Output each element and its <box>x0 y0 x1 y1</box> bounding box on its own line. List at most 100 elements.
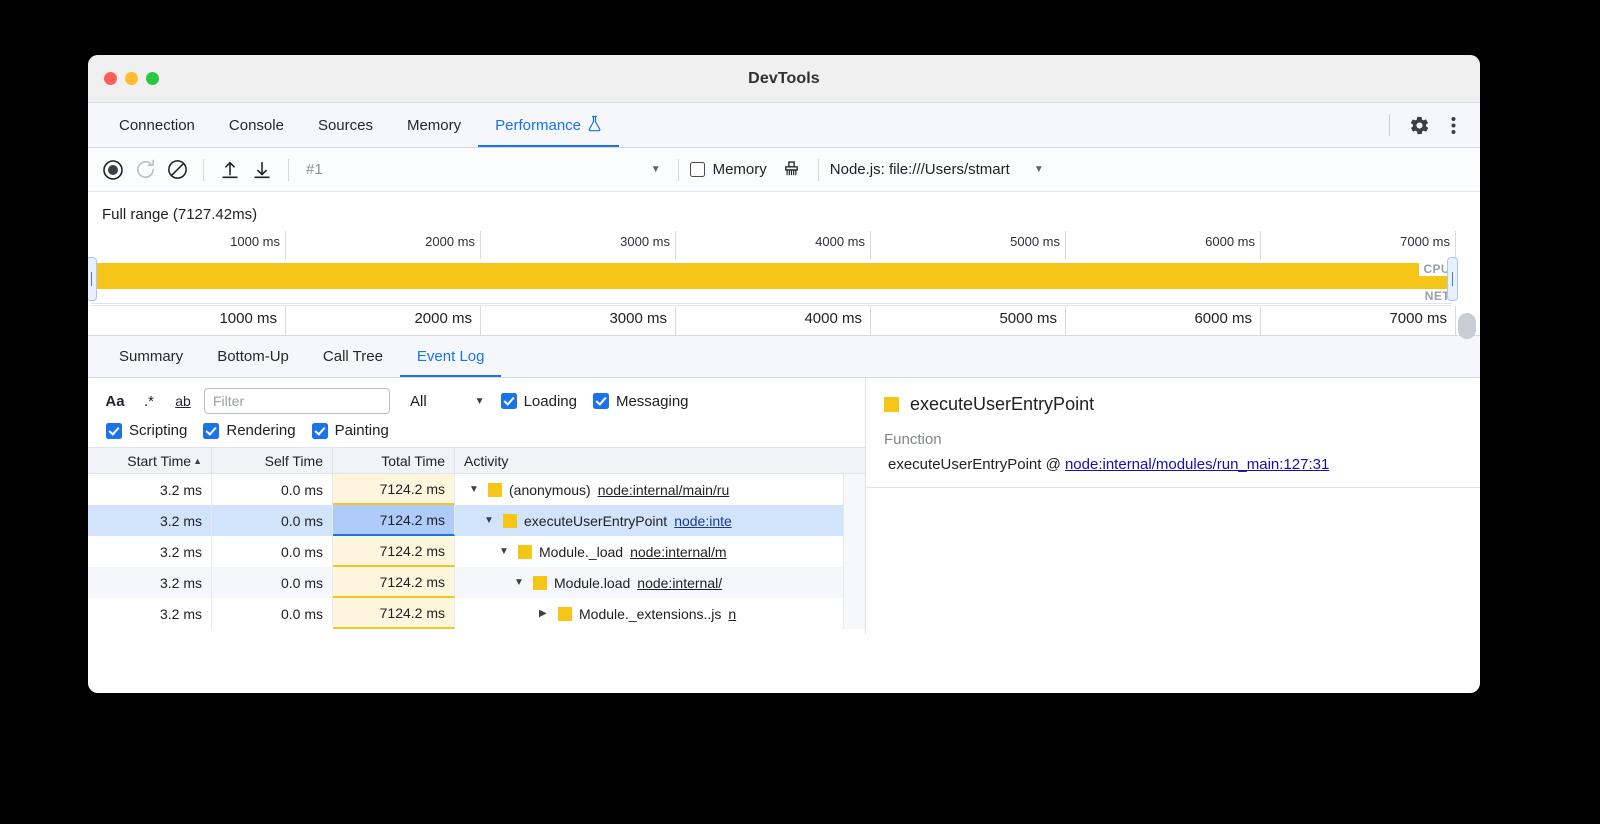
event-log-detail-pane: executeUserEntryPoint Function executeUs… <box>866 378 1480 634</box>
activity-url[interactable]: n <box>728 606 736 622</box>
expand-twisty-icon[interactable]: ▼ <box>469 484 481 495</box>
column-header-total-time[interactable]: Total Time <box>333 448 455 473</box>
filter-input[interactable] <box>204 388 390 414</box>
category-checkbox-loading[interactable]: Loading <box>501 393 577 410</box>
event-log-filter-bar: Aa .* ab All ▼ Loading Messaging <box>88 378 865 447</box>
cell-total-time: 7124.2 ms <box>333 567 455 598</box>
settings-gear-icon[interactable] <box>1404 110 1434 140</box>
category-checkbox-rendering-box[interactable] <box>203 423 219 439</box>
sort-ascending-icon: ▲ <box>193 456 202 466</box>
overview-tick-bottom: 7000 ms <box>1389 310 1447 327</box>
column-header-activity[interactable]: Activity <box>455 448 865 473</box>
reload-and-record-button[interactable] <box>130 155 160 185</box>
tab-memory[interactable]: Memory <box>390 103 478 147</box>
tab-connection[interactable]: Connection <box>102 103 212 147</box>
vertical-scrollbar-track[interactable] <box>843 474 865 629</box>
table-row[interactable]: 3.2 ms 0.0 ms 7124.2 ms ▼ executeUserEnt… <box>88 505 865 536</box>
category-checkbox-loading-box[interactable] <box>501 393 517 409</box>
devtools-window: DevTools Connection Console Sources Memo… <box>88 55 1480 693</box>
category-checkbox-messaging-box[interactable] <box>593 393 609 409</box>
column-header-start-time[interactable]: Start Time ▲ <box>88 448 212 473</box>
target-label: Node.js: file:///Users/stmart <box>830 161 1010 178</box>
cell-self-time: 0.0 ms <box>212 567 333 598</box>
record-button[interactable] <box>98 155 128 185</box>
tab-call-tree[interactable]: Call Tree <box>306 336 400 377</box>
window-controls <box>104 72 159 85</box>
tab-summary-label: Summary <box>119 348 183 365</box>
range-handle-left[interactable] <box>88 257 97 301</box>
cell-total-time: 7124.2 ms <box>333 474 455 505</box>
column-header-self-time[interactable]: Self Time <box>212 448 333 473</box>
timeline-overview[interactable]: 1000 ms 2000 ms 3000 ms 4000 ms 5000 ms … <box>88 231 1480 335</box>
cell-self-time: 0.0 ms <box>212 536 333 567</box>
category-checkbox-loading-label: Loading <box>524 393 577 410</box>
table-row[interactable]: 3.2 ms 0.0 ms 7124.2 ms ▶ Module._extens… <box>88 598 865 629</box>
memory-checkbox-label: Memory <box>713 161 767 178</box>
collapse-twisty-icon[interactable]: ▶ <box>539 608 551 619</box>
column-header-start-time-label: Start Time <box>127 453 191 469</box>
category-checkbox-painting-box[interactable] <box>312 423 328 439</box>
collect-garbage-icon[interactable] <box>777 155 807 185</box>
close-window-button[interactable] <box>104 72 117 85</box>
category-checkbox-scripting-box[interactable] <box>106 423 122 439</box>
duration-select-arrow-icon[interactable]: ▼ <box>475 396 485 407</box>
divider <box>818 159 819 181</box>
cell-start-time: 3.2 ms <box>88 474 212 505</box>
activity-url[interactable]: node:internal/ <box>637 575 722 591</box>
whole-word-icon[interactable]: ab <box>166 388 200 414</box>
title-bar: DevTools <box>88 55 1480 103</box>
tab-performance-label: Performance <box>495 117 581 134</box>
overview-tick-top: 7000 ms <box>1400 234 1450 249</box>
tab-connection-label: Connection <box>119 117 195 134</box>
target-dropdown-arrow-icon[interactable]: ▼ <box>1028 164 1050 175</box>
detail-title-row: executeUserEntryPoint <box>884 394 1462 415</box>
clear-button[interactable] <box>162 155 192 185</box>
recording-dropdown-arrow-icon[interactable]: ▼ <box>645 164 667 175</box>
category-checkbox-scripting[interactable]: Scripting <box>106 422 187 439</box>
regex-icon[interactable]: .* <box>132 388 166 414</box>
overview-tick-bottom: 2000 ms <box>414 310 472 327</box>
tab-bottom-up-label: Bottom-Up <box>217 348 289 365</box>
activity-url[interactable]: node:internal/m <box>630 544 727 560</box>
range-handle-right[interactable] <box>1447 257 1458 301</box>
tab-console[interactable]: Console <box>212 103 301 147</box>
tab-bottom-up[interactable]: Bottom-Up <box>200 336 306 377</box>
expand-twisty-icon[interactable]: ▼ <box>514 577 526 588</box>
scripting-color-swatch <box>884 397 899 412</box>
expand-twisty-icon[interactable]: ▼ <box>499 546 511 557</box>
duration-select-value[interactable]: All <box>410 393 427 410</box>
activity-url[interactable]: node:inte <box>674 513 732 529</box>
cell-total-time: 7124.2 ms <box>333 598 455 629</box>
memory-checkbox[interactable]: Memory <box>690 161 767 178</box>
category-checkbox-messaging[interactable]: Messaging <box>593 393 689 410</box>
horizontal-scrollbar-thumb[interactable] <box>1458 313 1476 339</box>
minimize-window-button[interactable] <box>125 72 138 85</box>
maximize-window-button[interactable] <box>146 72 159 85</box>
activity-url[interactable]: node:internal/main/ru <box>598 482 730 498</box>
column-header-total-time-label: Total Time <box>381 453 445 469</box>
save-profile-icon[interactable] <box>247 155 277 185</box>
tab-event-log-label: Event Log <box>417 348 485 365</box>
category-checkbox-painting[interactable]: Painting <box>312 422 389 439</box>
expand-twisty-icon[interactable]: ▼ <box>484 515 496 526</box>
table-row[interactable]: 3.2 ms 0.0 ms 7124.2 ms ▼ (anonymous) no… <box>88 474 865 505</box>
detail-stack-link[interactable]: node:internal/modules/run_main:127:31 <box>1065 456 1329 473</box>
tab-performance[interactable]: Performance <box>478 103 619 147</box>
details-tab-bar: Summary Bottom-Up Call Tree Event Log <box>88 336 1480 378</box>
memory-checkbox-box[interactable] <box>690 162 705 177</box>
filter-row-secondary: Scripting Rendering Painting <box>98 422 865 439</box>
divider <box>1389 114 1390 136</box>
category-checkbox-rendering[interactable]: Rendering <box>203 422 295 439</box>
performance-toolbar: #1 ▼ Memory Node.js: file:///Users/stmar… <box>88 148 1480 192</box>
window-title: DevTools <box>88 70 1480 88</box>
match-case-icon[interactable]: Aa <box>98 388 132 414</box>
tab-summary[interactable]: Summary <box>102 336 200 377</box>
load-profile-icon[interactable] <box>215 155 245 185</box>
tab-sources[interactable]: Sources <box>301 103 390 147</box>
overview-tick-top: 1000 ms <box>230 234 280 249</box>
table-row[interactable]: 3.2 ms 0.0 ms 7124.2 ms ▼ Module._load n… <box>88 536 865 567</box>
more-options-icon[interactable] <box>1438 110 1468 140</box>
table-row[interactable]: 3.2 ms 0.0 ms 7124.2 ms ▼ Module.load no… <box>88 567 865 598</box>
tab-event-log[interactable]: Event Log <box>400 336 502 377</box>
filter-row-primary: Aa .* ab All ▼ Loading Messaging <box>98 388 865 414</box>
